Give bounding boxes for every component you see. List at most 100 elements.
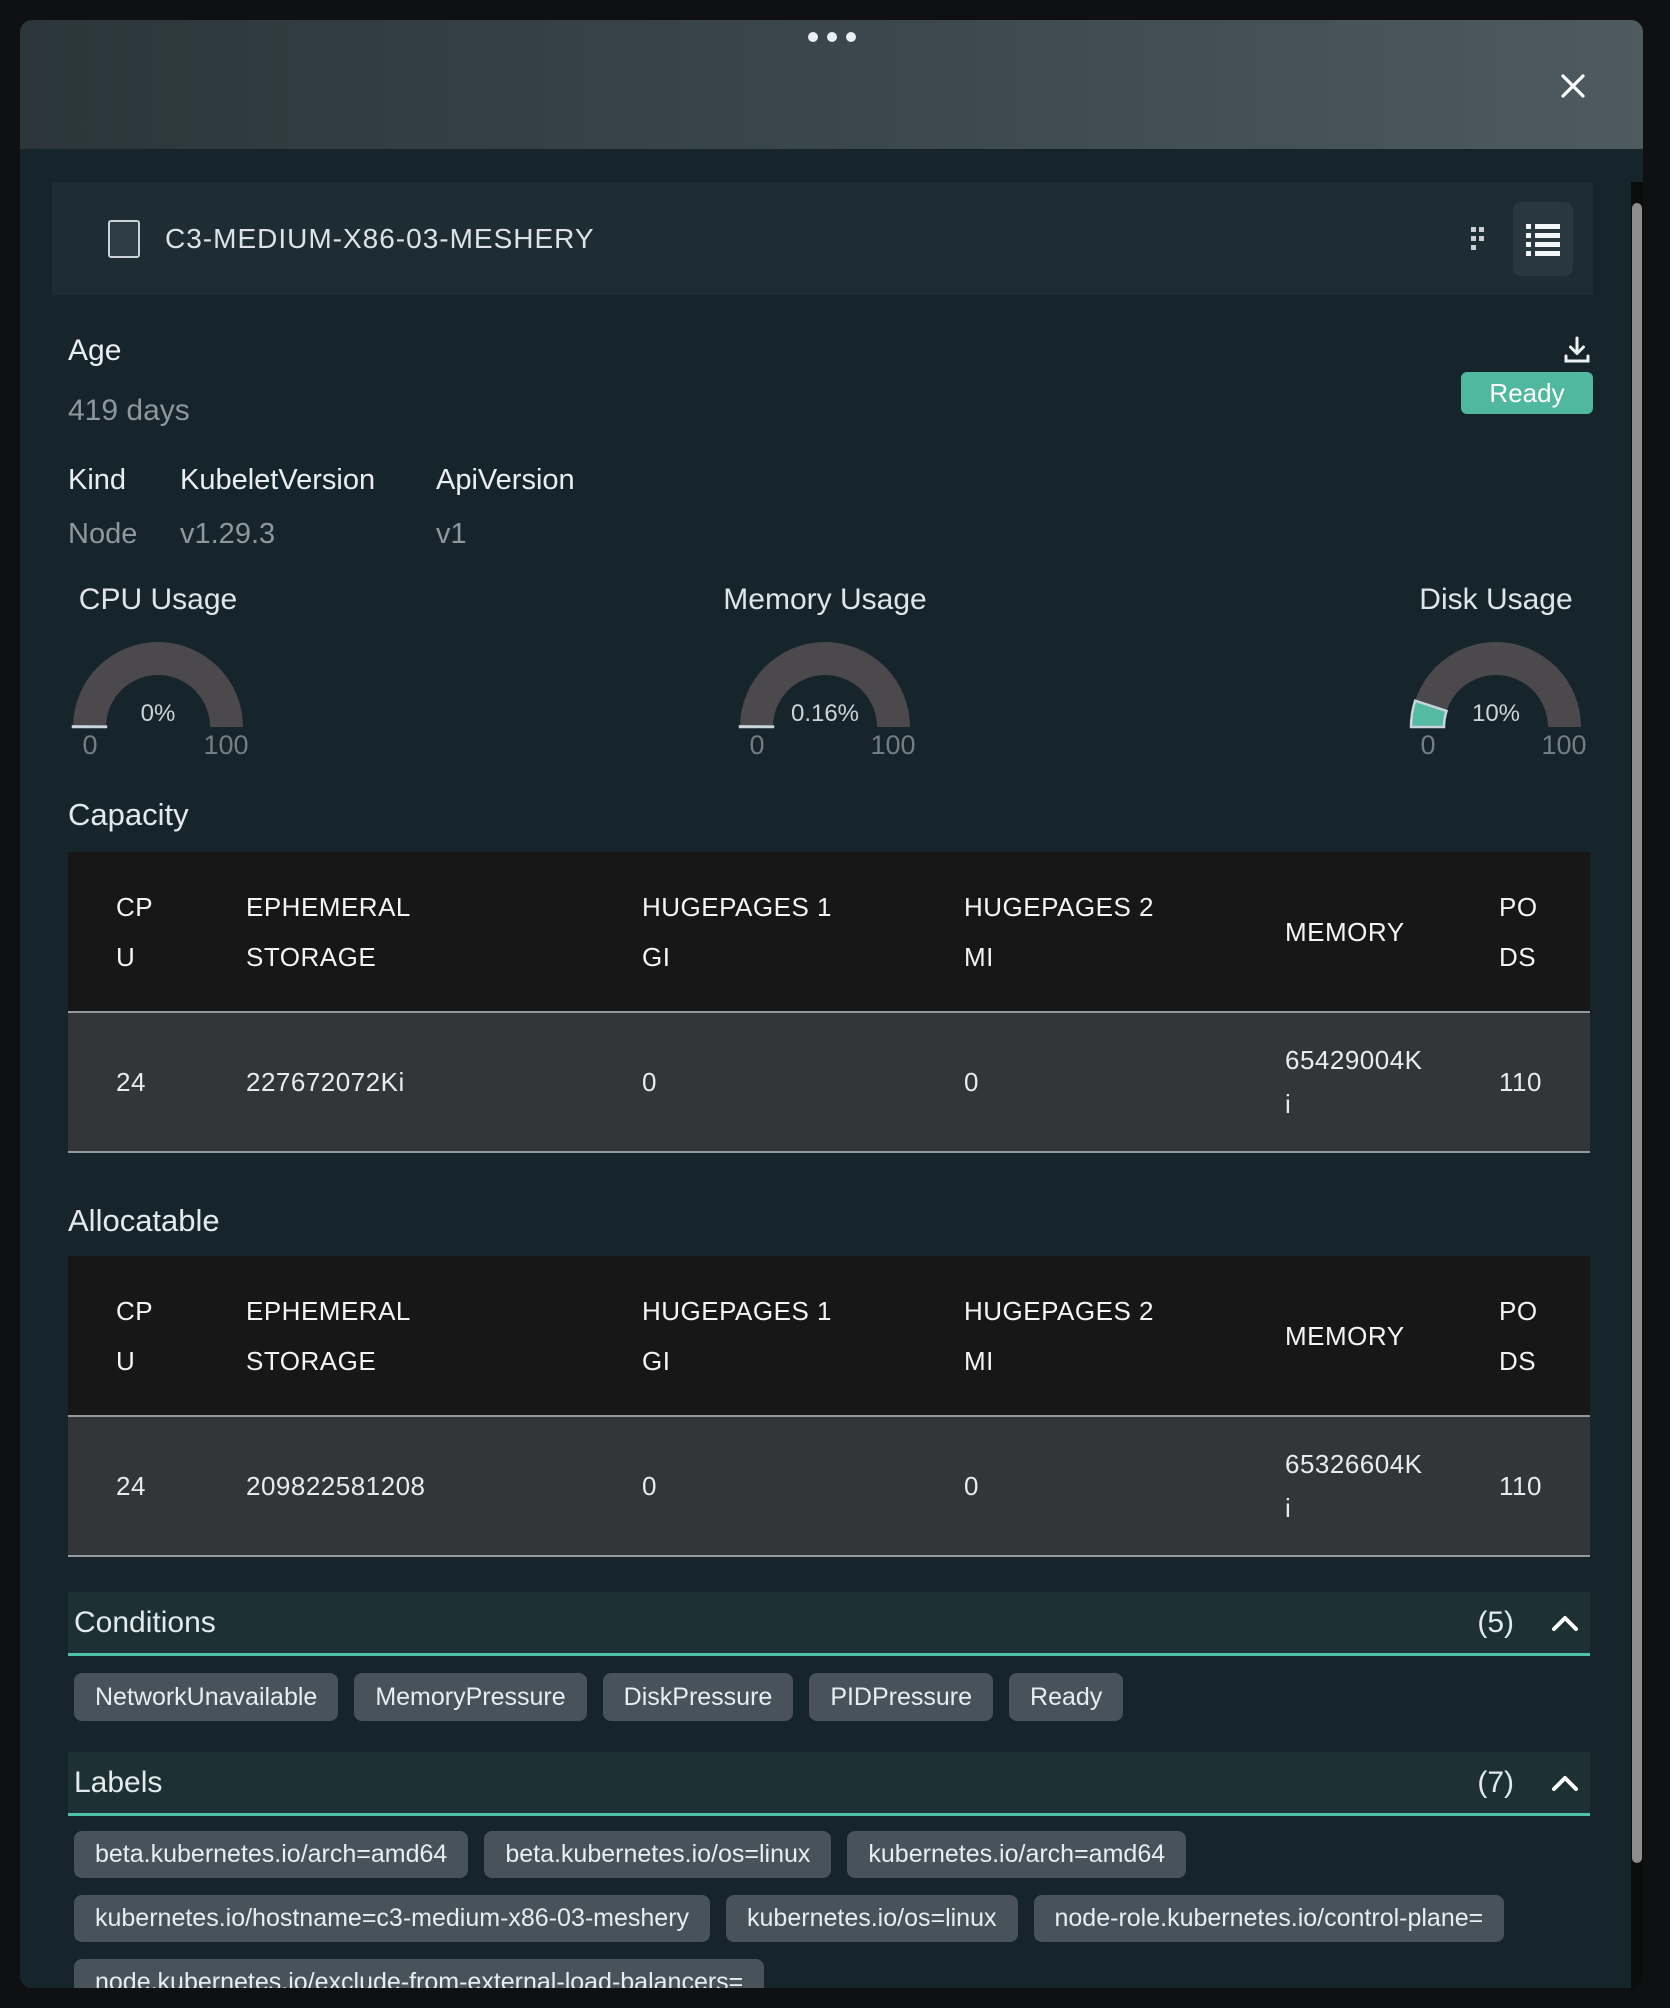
table-cell: 65326604Ki: [1237, 1416, 1451, 1556]
condition-chip[interactable]: NetworkUnavailable: [74, 1673, 338, 1721]
table-cell: 209822581208: [198, 1416, 594, 1556]
meta-field: Kind Node: [68, 463, 180, 551]
age-block: Age 419 days: [68, 334, 190, 428]
condition-chip[interactable]: MemoryPressure: [354, 1673, 586, 1721]
gauge-max-label: 100: [203, 730, 248, 761]
capacity-table: CPUEPHEMERAL STORAGEHUGEPAGES 1 GIHUGEPA…: [68, 852, 1590, 1153]
table-cell: 24: [68, 1012, 198, 1152]
gauge-ticks: 0100: [38, 730, 278, 760]
gauge-title: CPU Usage: [38, 582, 278, 618]
age-value: 419 days: [68, 394, 190, 428]
gauge-value: 10%: [1376, 700, 1616, 728]
label-chip[interactable]: kubernetes.io/hostname=c3-medium-x86-03-…: [74, 1895, 710, 1942]
column-header: MEMORY: [1237, 852, 1451, 1012]
table-header-row: CPUEPHEMERAL STORAGEHUGEPAGES 1 GIHUGEPA…: [68, 852, 1590, 1012]
status-badge: Ready: [1461, 372, 1593, 414]
column-header: EPHEMERAL STORAGE: [198, 1256, 594, 1416]
meta-field-value: v1: [436, 517, 575, 551]
table-cell: 0: [594, 1416, 916, 1556]
table-cell: 0: [916, 1416, 1237, 1556]
gauge-arc: 0.16%: [705, 620, 945, 730]
gauge-title: Disk Usage: [1376, 582, 1616, 618]
gauge-min-label: 0: [749, 730, 764, 761]
column-header: HUGEPAGES 2 MI: [916, 1256, 1237, 1416]
meta-field-value: v1.29.3: [180, 517, 436, 551]
label-chip[interactable]: node-role.kubernetes.io/control-plane=: [1034, 1895, 1505, 1942]
column-header: PODS: [1451, 852, 1590, 1012]
gauge-ticks: 0 100: [1376, 730, 1616, 760]
label-chip[interactable]: kubernetes.io/arch=amd64: [847, 1831, 1186, 1878]
condition-chip[interactable]: Ready: [1009, 1673, 1123, 1721]
label-chip[interactable]: kubernetes.io/os=linux: [726, 1895, 1017, 1942]
scrollbar-track[interactable]: [1631, 182, 1643, 1988]
labels-heading: Labels: [74, 1766, 162, 1800]
node-header-card: C3-MEDIUM-X86-03-MESHERY: [52, 182, 1593, 295]
column-header: MEMORY: [1237, 1256, 1451, 1416]
gauge-max-label: 100: [1541, 730, 1586, 761]
usage-gauge: Disk Usage 10%0 100: [1376, 582, 1616, 760]
close-icon[interactable]: [1557, 70, 1589, 102]
gauge-max-label: 100: [870, 730, 915, 761]
column-header: CPU: [68, 852, 198, 1012]
chevron-up-icon: [1552, 1775, 1578, 1791]
gauge-value: 0.16%: [705, 700, 945, 728]
condition-chip[interactable]: DiskPressure: [603, 1673, 794, 1721]
column-header: PODS: [1451, 1256, 1590, 1416]
table-row: 242098225812080065326604Ki110: [68, 1416, 1590, 1556]
column-header: EPHEMERAL STORAGE: [198, 852, 594, 1012]
gauge-ticks: 0 100: [705, 730, 945, 760]
table-cell: 110: [1451, 1012, 1590, 1152]
usage-gauges: CPU Usage0%0100Memory Usage0.16%0100Disk…: [68, 582, 1593, 759]
table-cell: 0: [916, 1012, 1237, 1152]
table-header-row: CPUEPHEMERAL STORAGEHUGEPAGES 1 GIHUGEPA…: [68, 1256, 1590, 1416]
download-icon[interactable]: [1561, 334, 1593, 366]
chevron-up-icon: [1552, 1615, 1578, 1631]
label-chip[interactable]: node.kubernetes.io/exclude-from-external…: [74, 1959, 764, 1988]
meta-field: ApiVersion v1: [436, 463, 575, 551]
condition-chip[interactable]: PIDPressure: [809, 1673, 993, 1721]
table-cell: 0: [594, 1012, 916, 1152]
label-chip[interactable]: beta.kubernetes.io/arch=amd64: [74, 1831, 468, 1878]
gauge-arc: 10%: [1376, 620, 1616, 730]
capacity-heading: Capacity: [68, 797, 1593, 833]
column-header: CPU: [68, 1256, 198, 1416]
meta-field-label: KubeletVersion: [180, 463, 436, 497]
conditions-chip-list: NetworkUnavailable MemoryPressure DiskPres…: [74, 1673, 1593, 1721]
gauge-title: Memory Usage: [705, 582, 945, 618]
table-cell: 24: [68, 1416, 198, 1556]
modal-titlebar: [20, 20, 1643, 149]
allocatable-table: CPUEPHEMERAL STORAGEHUGEPAGES 1 GIHUGEPA…: [68, 1256, 1590, 1557]
list-view-icon: [1523, 219, 1563, 259]
node-title: C3-MEDIUM-X86-03-MESHERY: [165, 223, 595, 255]
table-row: 24227672072Ki0065429004Ki110: [68, 1012, 1590, 1152]
table-cell: 227672072Ki: [198, 1012, 594, 1152]
conditions-heading: Conditions: [74, 1606, 216, 1640]
modal-content: C3-MEDIUM-X86-03-MESHERY: [20, 182, 1643, 1988]
age-label: Age: [68, 334, 190, 368]
meta-field-value: Node: [68, 517, 180, 551]
table-cell: 65429004Ki: [1237, 1012, 1451, 1152]
labels-count: (7): [1477, 1766, 1514, 1800]
scrollbar-thumb[interactable]: [1632, 203, 1642, 1863]
allocatable-heading: Allocatable: [68, 1203, 1593, 1239]
compact-list-view-icon[interactable]: [1469, 224, 1495, 254]
drag-handle-dots-icon[interactable]: [808, 32, 856, 42]
labels-accordion-header[interactable]: Labels (7): [68, 1752, 1590, 1816]
meta-row: Age 419 days Ready: [68, 334, 1593, 428]
conditions-count: (5): [1477, 1606, 1514, 1640]
usage-gauge: CPU Usage 0%0100: [38, 582, 278, 760]
label-chip[interactable]: beta.kubernetes.io/os=linux: [484, 1831, 831, 1878]
kind-version-row: Kind NodeKubeletVersion v1.29.3ApiVersion v…: [68, 463, 1593, 551]
node-details-modal: C3-MEDIUM-X86-03-MESHERY: [20, 20, 1643, 1988]
table-cell: 110: [1451, 1416, 1590, 1556]
gauge-value: 0%: [38, 700, 278, 728]
conditions-accordion-header[interactable]: Conditions (5): [68, 1592, 1590, 1656]
gauge-min-label: 0: [1420, 730, 1435, 761]
gauge-arc: 0%: [38, 620, 278, 730]
meta-field-label: Kind: [68, 463, 180, 497]
detailed-list-view-button[interactable]: [1513, 202, 1573, 276]
meta-field-label: ApiVersion: [436, 463, 575, 497]
node-select-checkbox[interactable]: [108, 220, 140, 258]
column-header: HUGEPAGES 2 MI: [916, 852, 1237, 1012]
meta-field: KubeletVersion v1.29.3: [180, 463, 436, 551]
